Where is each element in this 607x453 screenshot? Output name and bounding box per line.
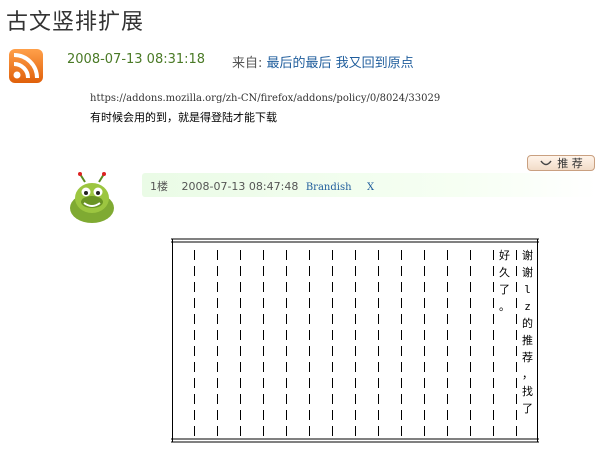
post-url[interactable]: https://addons.mozilla.org/zh-CN/firefox… <box>90 93 440 104</box>
source-link[interactable]: 最后的最后 我又回到原点 <box>267 56 414 71</box>
recommend-label: 推 荐 <box>557 157 583 170</box>
rss-icon <box>9 49 43 83</box>
vertical-char: ， <box>522 368 533 381</box>
source-prefix: 来自: <box>232 56 263 71</box>
vertical-char: 了 <box>522 402 533 415</box>
reply-date: 2008-07-13 08:47:48 <box>181 180 299 193</box>
post-body: 有时候会用的到，就是得登陆才能下载 <box>90 111 277 124</box>
vertical-text-grid: 谢谢 l z 的推荐，找了好久了。 <box>171 238 539 443</box>
vertical-char: 好 <box>499 249 510 262</box>
vertical-char: 的 <box>522 317 533 330</box>
vertical-char: 找 <box>522 385 533 398</box>
vertical-char: 。 <box>499 300 510 313</box>
reply-meta: 1楼 2008-07-13 08:47:48 Brandish X <box>150 178 374 194</box>
reply-close-link[interactable]: X <box>367 182 374 193</box>
recommend-button[interactable]: 推 荐 <box>527 155 595 171</box>
vertical-char: 谢 <box>522 249 533 262</box>
vertical-char: l <box>524 283 531 296</box>
vertical-char: 久 <box>499 266 510 279</box>
post-source: 来自: 最后的最后 我又回到原点 <box>232 52 414 71</box>
page-title: 古文竖排扩展 <box>6 10 145 35</box>
grid-lines <box>171 238 539 443</box>
vertical-char: 了 <box>499 283 510 296</box>
reply-floor: 1楼 <box>150 180 168 193</box>
post-date: 2008-07-13 08:31:18 <box>67 52 206 67</box>
vertical-char: 荐 <box>522 351 533 364</box>
avatar <box>70 172 114 223</box>
smile-icon <box>540 160 552 166</box>
vertical-char: 推 <box>522 334 533 347</box>
reply-author-link[interactable]: Brandish <box>306 182 352 193</box>
vertical-char: 谢 <box>522 266 533 279</box>
vertical-char: z <box>524 300 531 313</box>
